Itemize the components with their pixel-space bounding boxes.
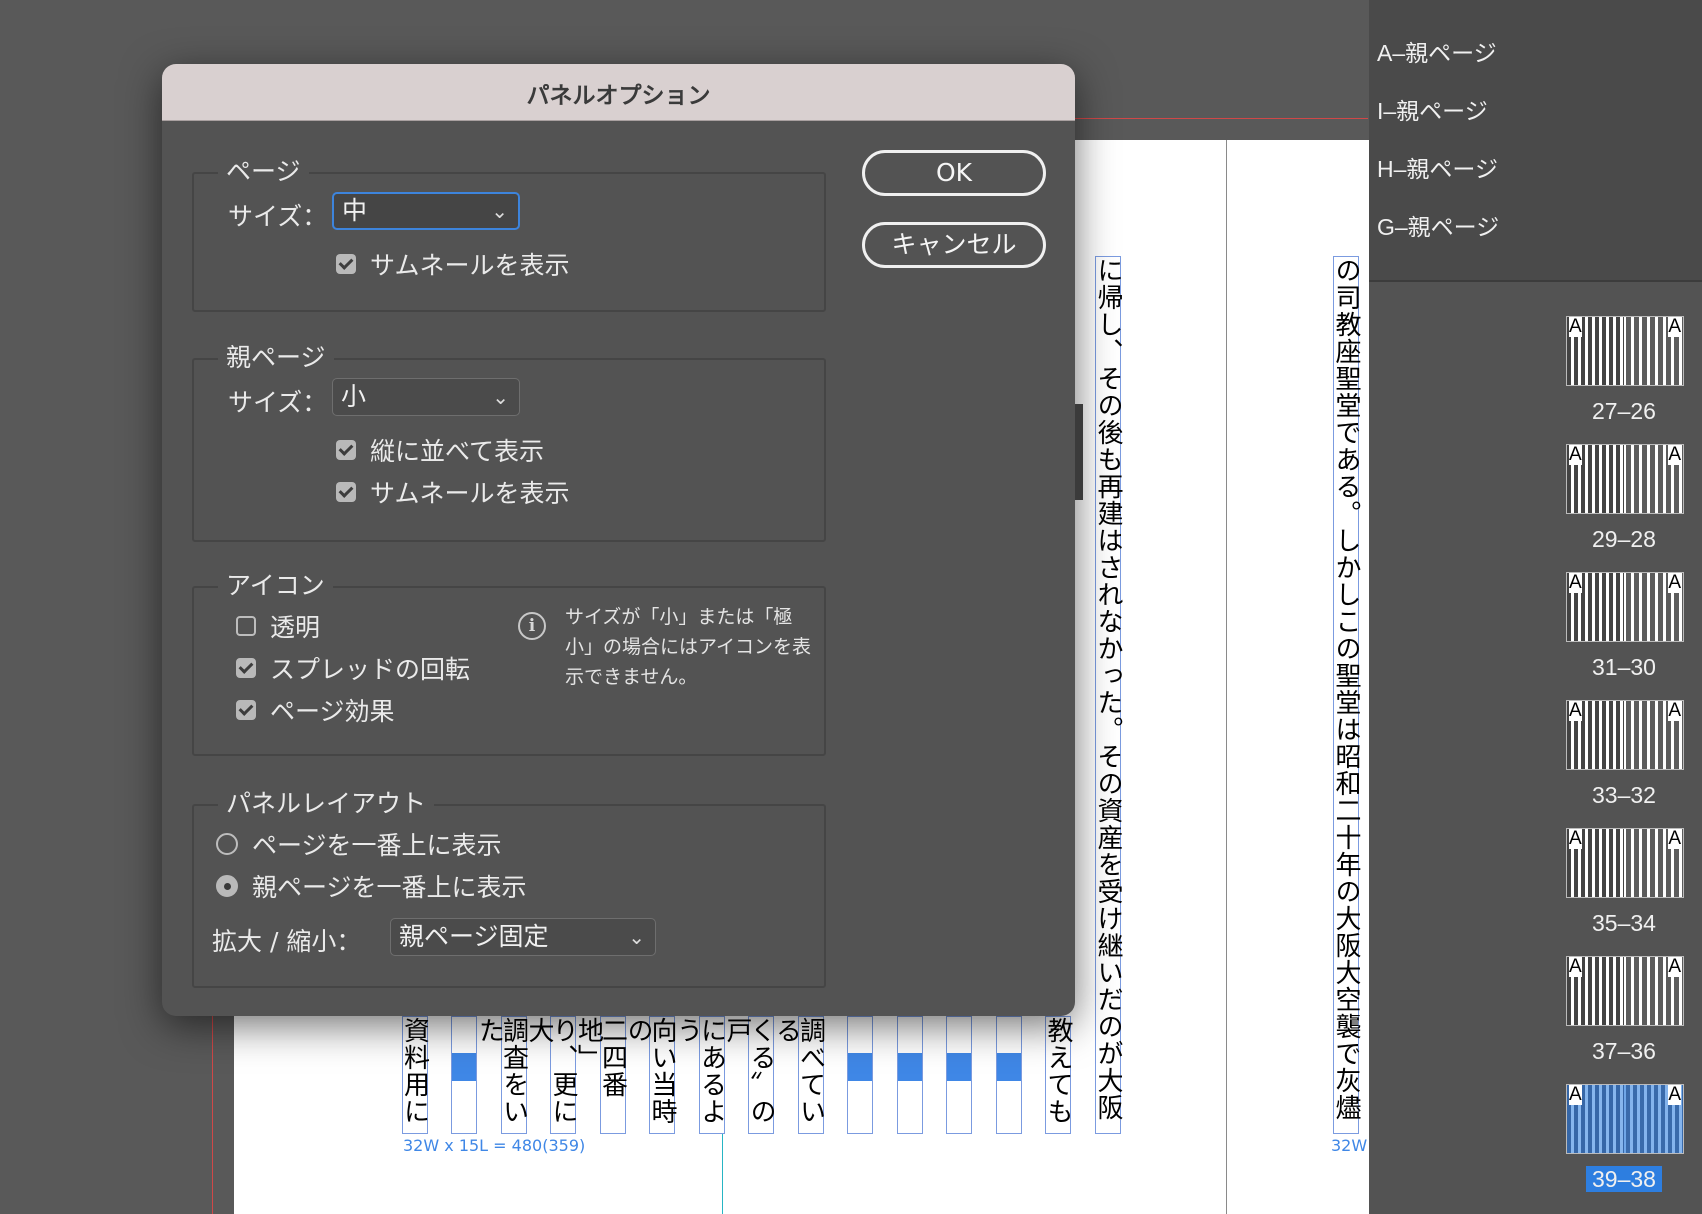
panel-options-dialog: パネルオプション ページ サイズ： 中 ⌄ サムネールを表示 親ページ サイズ：… bbox=[162, 64, 1075, 1016]
text-column-bottom[interactable] bbox=[451, 1016, 477, 1134]
resize-select[interactable]: 親ページ固定 ⌄ bbox=[390, 918, 656, 956]
spread-label-text: 31–30 bbox=[1592, 654, 1656, 680]
parent-marker-right: A bbox=[1668, 444, 1681, 465]
page-effects-checkbox[interactable] bbox=[236, 700, 256, 720]
parent-size-select[interactable]: 小 ⌄ bbox=[332, 378, 520, 416]
page-size-select[interactable]: 中 ⌄ bbox=[332, 192, 520, 230]
spread-rotation-label: スプレッドの回転 bbox=[270, 655, 471, 684]
spread-label-text: 27–26 bbox=[1592, 398, 1656, 424]
panel-divider[interactable] bbox=[1369, 280, 1702, 282]
spread-thumbnail[interactable]: AA bbox=[1566, 1084, 1684, 1154]
cancel-button[interactable]: キャンセル bbox=[862, 222, 1046, 268]
spread-thumbnail[interactable]: AA bbox=[1566, 316, 1684, 386]
text-column-bottom[interactable]: 調べている bbox=[772, 1016, 826, 1134]
text-column-bottom[interactable]: 調査をいた bbox=[475, 1016, 529, 1134]
parent-marker-left: A bbox=[1569, 956, 1582, 977]
chevron-down-icon: ⌄ bbox=[628, 925, 645, 949]
parent-marker-left: A bbox=[1569, 572, 1582, 593]
parent-show-thumbnails-label: サムネールを表示 bbox=[370, 479, 570, 508]
pages-on-top-radio[interactable] bbox=[216, 833, 238, 855]
resize-label: 拡大 / 縮小： bbox=[212, 927, 362, 956]
parent-marker-right: A bbox=[1668, 572, 1681, 593]
parent-marker-right: A bbox=[1668, 956, 1681, 977]
icon-group-title: アイコン bbox=[218, 566, 333, 602]
parent-page-item[interactable]: G–親ページ bbox=[1377, 208, 1499, 242]
spread-label[interactable]: 29–28 bbox=[1566, 526, 1682, 553]
spread-label-text: 39–38 bbox=[1586, 1166, 1662, 1192]
spread-divider bbox=[1226, 140, 1227, 1214]
spread-thumbnail[interactable]: AA bbox=[1566, 700, 1684, 770]
parent-marker-right: A bbox=[1668, 316, 1681, 337]
parent-marker-left: A bbox=[1569, 700, 1582, 721]
parents-on-top-label: 親ページを一番上に表示 bbox=[252, 873, 527, 902]
spread-thumbnail[interactable]: AA bbox=[1566, 444, 1684, 514]
spread-thumbnail[interactable]: AA bbox=[1566, 828, 1684, 898]
panel-layout-group-title: パネルレイアウト bbox=[218, 784, 435, 820]
parent-marker-left: A bbox=[1569, 1084, 1582, 1105]
parent-page-item[interactable]: H–親ページ bbox=[1377, 150, 1498, 184]
page-effects-label: ページ効果 bbox=[270, 697, 395, 726]
text-column-bottom[interactable] bbox=[946, 1016, 972, 1134]
text-column-bottom[interactable] bbox=[995, 1016, 1022, 1134]
parent-marker-right: A bbox=[1668, 700, 1681, 721]
text-column-bottom[interactable]: り、更に大 bbox=[524, 1016, 578, 1134]
frame-grid-info: 32W x 15L = 480(359) bbox=[403, 1136, 586, 1155]
info-icon: i bbox=[518, 612, 546, 640]
parent-show-vertically-checkbox[interactable] bbox=[336, 440, 356, 460]
page-size-value: 中 bbox=[342, 196, 368, 225]
parent-marker-right: A bbox=[1668, 1084, 1681, 1105]
spread-label[interactable]: 33–32 bbox=[1566, 782, 1682, 809]
page-size-label: サイズ： bbox=[228, 202, 328, 231]
transparency-label: 透明 bbox=[270, 613, 321, 642]
text-column-bottom[interactable] bbox=[847, 1016, 873, 1134]
parent-group-title: 親ページ bbox=[218, 338, 334, 374]
icon-info-text: サイズが「小」または「極小」の場合にはアイコンを表示できません。 bbox=[565, 606, 812, 688]
ok-button[interactable]: OK bbox=[862, 150, 1046, 196]
text-column-bottom[interactable]: 教えても bbox=[1043, 1016, 1073, 1134]
spread-label-text: 29–28 bbox=[1592, 526, 1656, 552]
page-group-title: ページ bbox=[218, 152, 309, 188]
page-show-thumbnails-label: サムネールを表示 bbox=[370, 251, 570, 280]
parent-marker-left: A bbox=[1569, 828, 1582, 849]
frame-grid-info-right: 32W bbox=[1331, 1136, 1368, 1155]
resize-value: 親ページ固定 bbox=[399, 922, 549, 951]
text-column-far-right[interactable]: の司教座聖堂である。しかしこの聖堂は昭和二十年の大阪大空襲で灰燼 bbox=[1331, 256, 1361, 1134]
spread-label[interactable]: 39–38 bbox=[1566, 1166, 1682, 1193]
parent-marker-right: A bbox=[1668, 828, 1681, 849]
text-column-bottom[interactable]: くる〟の戸 bbox=[722, 1016, 776, 1134]
parent-show-vertically-label: 縦に並べて表示 bbox=[370, 437, 545, 466]
spread-label-text: 33–32 bbox=[1592, 782, 1656, 808]
text-column-right[interactable]: に帰し、その後も再建はされなかった。その資産を受け継いだのが大阪 bbox=[1093, 256, 1123, 1134]
spread-label[interactable]: 35–34 bbox=[1566, 910, 1682, 937]
spread-label-text: 35–34 bbox=[1592, 910, 1656, 936]
spread-label[interactable]: 37–36 bbox=[1566, 1038, 1682, 1065]
text-column-bottom[interactable]: にあるよう bbox=[673, 1016, 727, 1134]
spread-thumbnail[interactable]: AA bbox=[1566, 956, 1684, 1026]
pages-on-top-label: ページを一番上に表示 bbox=[252, 831, 502, 860]
parent-size-label: サイズ： bbox=[228, 388, 328, 417]
parent-marker-left: A bbox=[1569, 444, 1582, 465]
parent-marker-left: A bbox=[1569, 316, 1582, 337]
parent-page-item[interactable]: I–親ページ bbox=[1377, 92, 1488, 126]
page-show-thumbnails-checkbox[interactable] bbox=[336, 254, 356, 274]
transparency-checkbox[interactable] bbox=[236, 616, 256, 636]
text-column-bottom[interactable]: 向い当時の bbox=[623, 1016, 677, 1134]
text-column-bottom[interactable]: 二四番地」 bbox=[574, 1016, 628, 1134]
spread-label[interactable]: 27–26 bbox=[1566, 398, 1682, 425]
chevron-down-icon: ⌄ bbox=[492, 385, 509, 409]
chevron-down-icon: ⌄ bbox=[491, 199, 508, 223]
parent-show-thumbnails-checkbox[interactable] bbox=[336, 482, 356, 502]
parents-on-top-radio[interactable] bbox=[216, 875, 238, 897]
dialog-edge-handle[interactable] bbox=[1075, 404, 1083, 500]
dialog-title: パネルオプション bbox=[526, 83, 711, 109]
parent-page-item[interactable]: A–親ページ bbox=[1377, 34, 1497, 68]
spread-rotation-checkbox[interactable] bbox=[236, 658, 256, 678]
parent-size-value: 小 bbox=[341, 382, 367, 411]
text-column-bottom[interactable] bbox=[896, 1016, 923, 1134]
spread-label[interactable]: 31–30 bbox=[1566, 654, 1682, 681]
text-column-bottom[interactable]: 資料用に bbox=[400, 1016, 430, 1134]
spread-label-text: 37–36 bbox=[1592, 1038, 1656, 1064]
spread-thumbnail[interactable]: AA bbox=[1566, 572, 1684, 642]
